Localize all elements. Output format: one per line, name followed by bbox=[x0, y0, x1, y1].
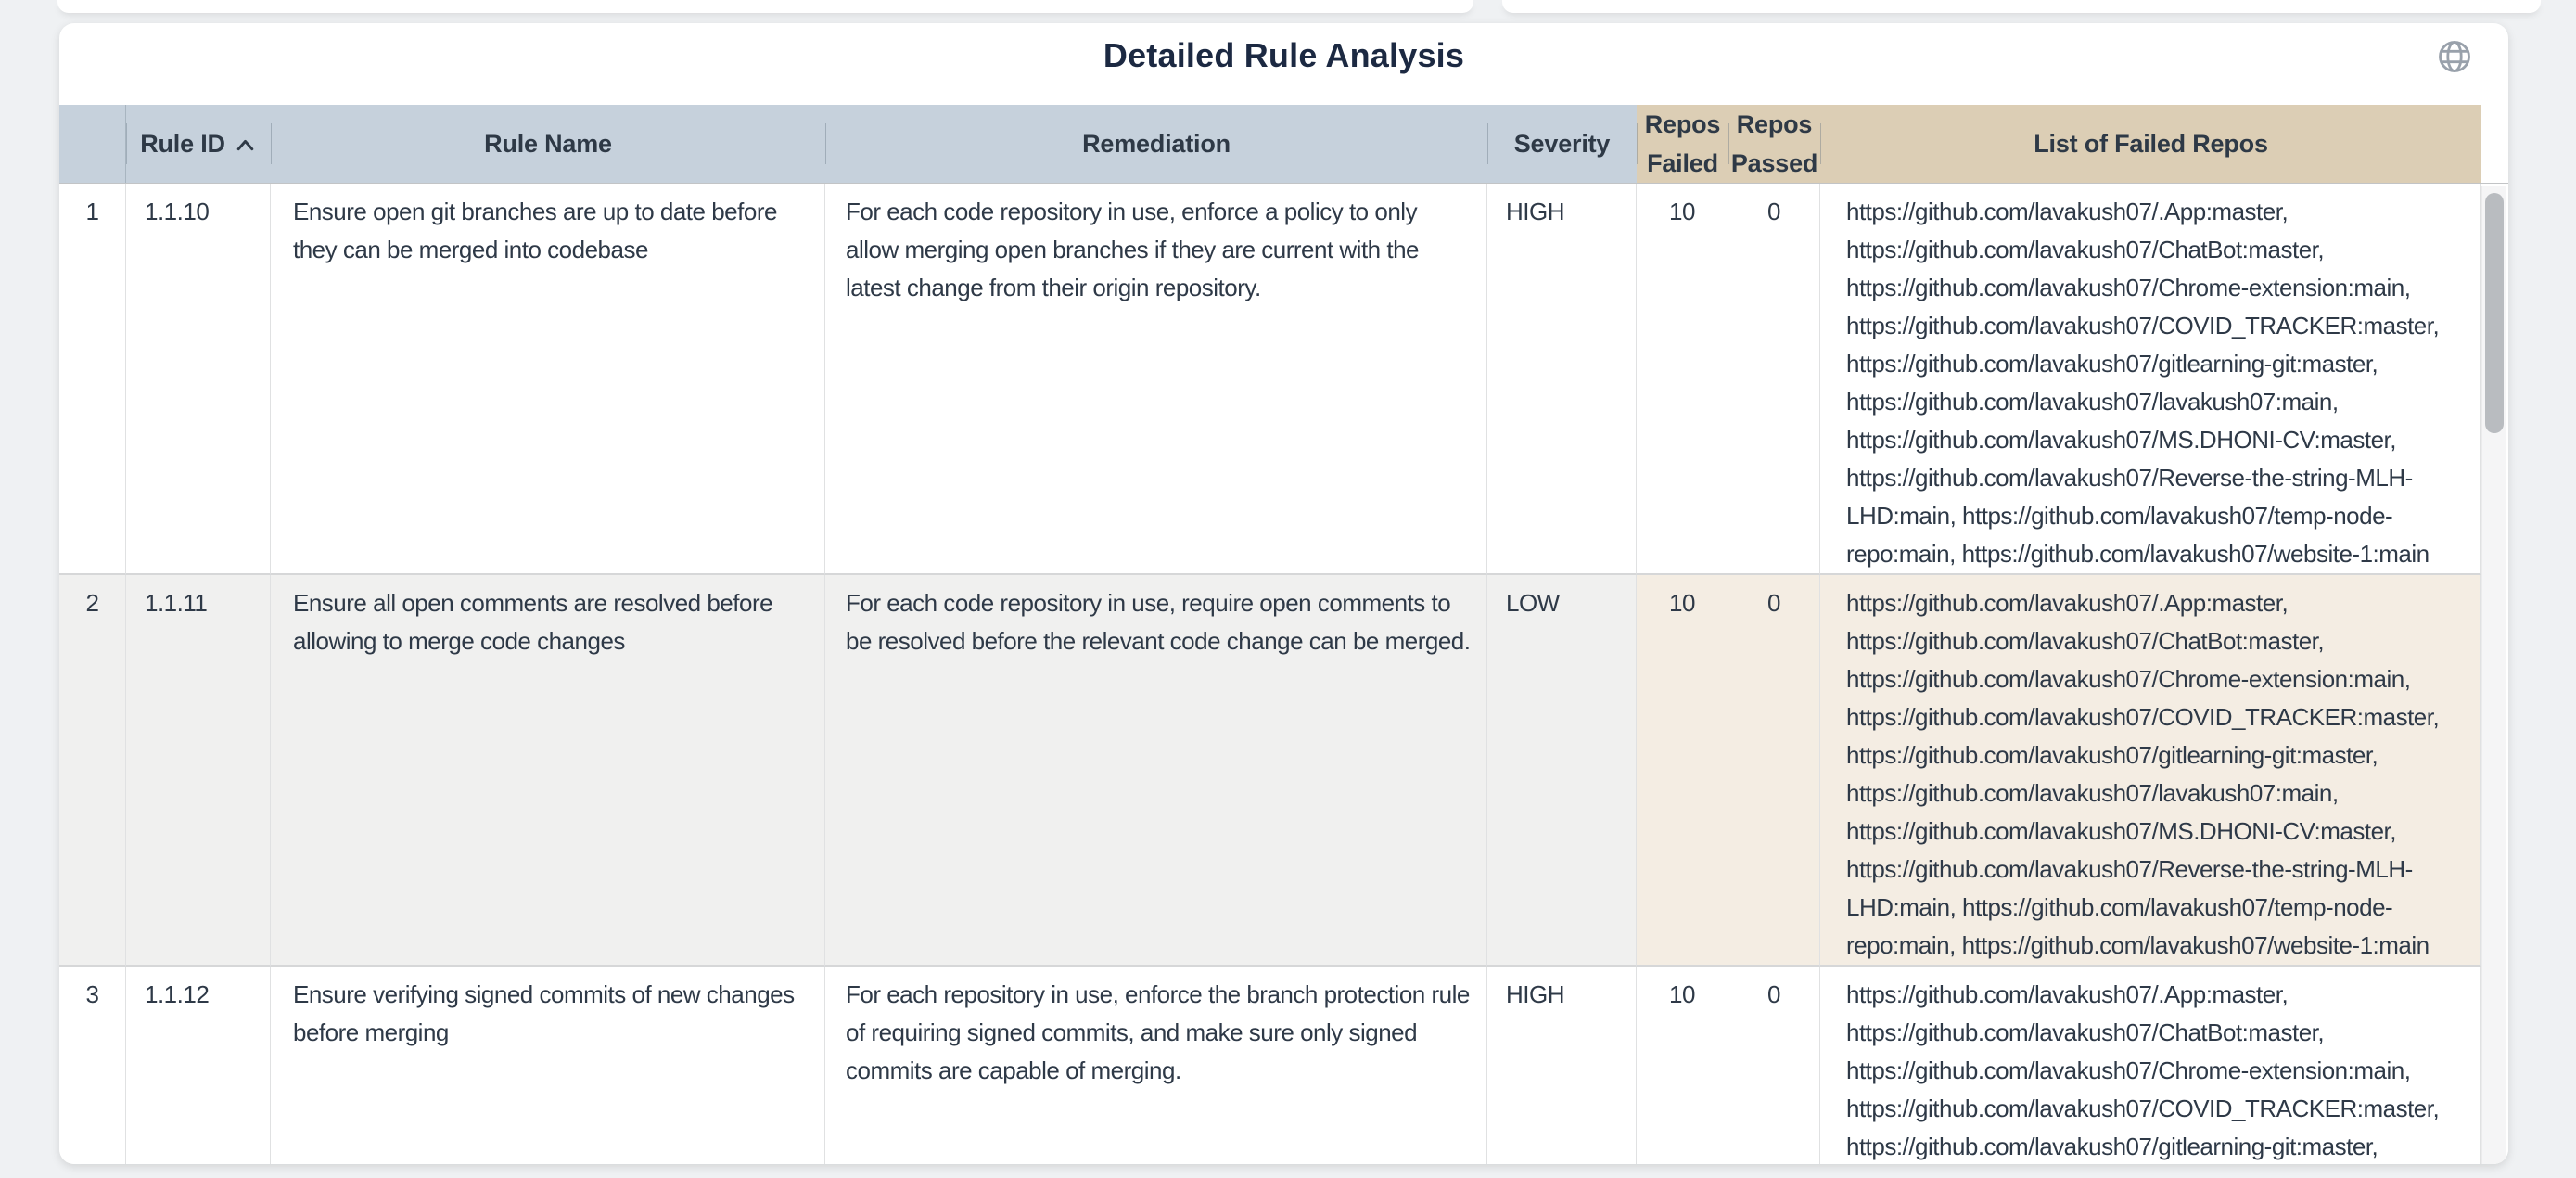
rule-id-cell: 1.1.11 bbox=[126, 575, 271, 967]
row-index: 3 bbox=[59, 967, 126, 1164]
sort-ascending-icon bbox=[234, 136, 257, 152]
header-rule-id[interactable]: Rule ID bbox=[126, 105, 271, 183]
remediation-cell: For each code repository in use, require… bbox=[825, 575, 1487, 967]
failed-repos-cell: https://github.com/lavakush07/.App:maste… bbox=[1820, 184, 2481, 575]
row-index: 1 bbox=[59, 184, 126, 575]
table-header-row: Rule ID Rule Name Remediation Severity R… bbox=[59, 105, 2508, 184]
rule-name-cell: Ensure all open comments are resolved be… bbox=[271, 575, 825, 967]
repos-failed-cell: 10 bbox=[1637, 575, 1728, 967]
globe-icon[interactable] bbox=[2436, 38, 2473, 75]
card-title-bar: Detailed Rule Analysis bbox=[59, 23, 2508, 105]
severity-cell: HIGH bbox=[1487, 967, 1637, 1164]
table-row: 1 1.1.10 Ensure open git branches are up… bbox=[59, 184, 2508, 575]
vertical-scrollbar-track[interactable] bbox=[2481, 186, 2506, 1164]
header-rule-name[interactable]: Rule Name bbox=[271, 105, 825, 183]
failed-repos-cell: https://github.com/lavakush07/.App:maste… bbox=[1820, 967, 2481, 1164]
card-peek-left bbox=[57, 0, 1473, 13]
severity-cell: HIGH bbox=[1487, 184, 1637, 575]
rule-name-cell: Ensure verifying signed commits of new c… bbox=[271, 967, 825, 1164]
rule-name-cell: Ensure open git branches are up to date … bbox=[271, 184, 825, 575]
rule-id-cell: 1.1.10 bbox=[126, 184, 271, 575]
repos-failed-cell: 10 bbox=[1637, 967, 1728, 1164]
header-repos-passed[interactable]: Repos Passed bbox=[1728, 105, 1820, 183]
header-scrollbar-gutter bbox=[2481, 105, 2508, 183]
header-repos-failed[interactable]: Repos Failed bbox=[1637, 105, 1728, 183]
remediation-cell: For each code repository in use, enforce… bbox=[825, 184, 1487, 575]
card-peek-right bbox=[1502, 0, 2541, 13]
header-rule-id-label: Rule ID bbox=[140, 124, 225, 163]
header-severity[interactable]: Severity bbox=[1487, 105, 1637, 183]
page-title: Detailed Rule Analysis bbox=[1103, 36, 1464, 75]
failed-repos-cell: https://github.com/lavakush07/.App:maste… bbox=[1820, 575, 2481, 967]
row-index: 2 bbox=[59, 575, 126, 967]
table-body: 1 1.1.10 Ensure open git branches are up… bbox=[59, 184, 2508, 1164]
header-remediation[interactable]: Remediation bbox=[825, 105, 1487, 183]
header-index bbox=[59, 105, 126, 183]
vertical-scrollbar-thumb[interactable] bbox=[2485, 193, 2504, 433]
table-row: 3 1.1.12 Ensure verifying signed commits… bbox=[59, 967, 2508, 1164]
rule-id-cell: 1.1.12 bbox=[126, 967, 271, 1164]
remediation-cell: For each repository in use, enforce the … bbox=[825, 967, 1487, 1164]
detailed-rule-analysis-card: Detailed Rule Analysis Rule ID Rule Name… bbox=[59, 23, 2508, 1164]
header-list-of-failed-repos[interactable]: List of Failed Repos bbox=[1820, 105, 2481, 183]
repos-passed-cell: 0 bbox=[1728, 967, 1820, 1164]
repos-passed-cell: 0 bbox=[1728, 575, 1820, 967]
repos-failed-cell: 10 bbox=[1637, 184, 1728, 575]
severity-cell: LOW bbox=[1487, 575, 1637, 967]
repos-passed-cell: 0 bbox=[1728, 184, 1820, 575]
table-row: 2 1.1.11 Ensure all open comments are re… bbox=[59, 575, 2508, 967]
